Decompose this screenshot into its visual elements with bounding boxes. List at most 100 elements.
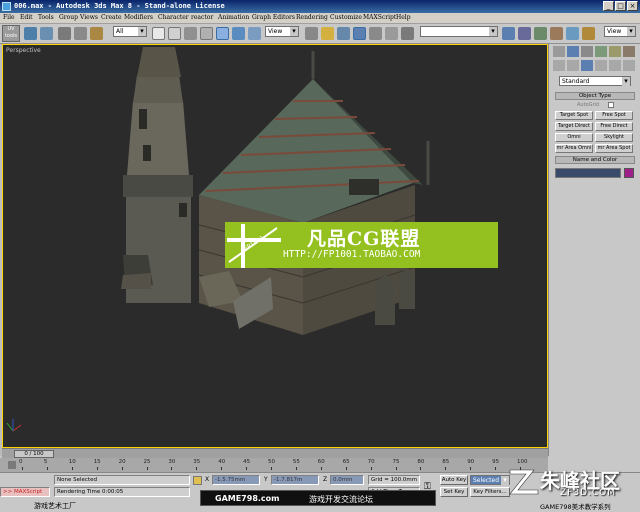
- select-link-icon[interactable]: [58, 27, 71, 40]
- maxscript-listener[interactable]: >> MAXScript: [0, 487, 50, 497]
- x-coordinate-field[interactable]: -1.5.75mm: [212, 475, 260, 485]
- systems-icon[interactable]: [623, 60, 635, 71]
- create-tab-icon[interactable]: [553, 46, 565, 57]
- close-button[interactable]: ×: [627, 1, 638, 11]
- hierarchy-tab-icon[interactable]: [581, 46, 593, 57]
- edit-named-selections-icon[interactable]: [401, 27, 414, 40]
- reference-coordinate-dropdown[interactable]: View: [265, 26, 299, 37]
- manipulate-icon[interactable]: [321, 27, 334, 40]
- selection-filter-dropdown[interactable]: All: [113, 26, 147, 37]
- menu-animation[interactable]: Animation: [218, 14, 249, 21]
- lock-selection-icon[interactable]: [193, 476, 202, 485]
- menu-graph-editors[interactable]: Graph Editors: [252, 14, 295, 21]
- zf3d-url: ZF3D.COM: [560, 488, 616, 498]
- target-spot-button[interactable]: Target Spot: [555, 111, 593, 120]
- menu-edit[interactable]: Edit: [20, 14, 33, 21]
- target-direct-button[interactable]: Target Direct: [555, 122, 593, 131]
- window-crossing-icon[interactable]: [200, 27, 213, 40]
- timeline-tick: [370, 467, 372, 470]
- free-direct-button[interactable]: Free Direct: [595, 122, 633, 131]
- timeline-tick: [171, 467, 173, 470]
- rect-selection-icon[interactable]: [184, 27, 197, 40]
- key-filters-button[interactable]: Key Filters...: [470, 487, 510, 497]
- lights-icon[interactable]: [581, 60, 593, 71]
- material-editor-icon[interactable]: [566, 27, 579, 40]
- bind-space-warp-icon[interactable]: [90, 27, 103, 40]
- menu-tools[interactable]: Tools: [38, 14, 54, 21]
- cameras-icon[interactable]: [595, 60, 607, 71]
- y-coordinate-field[interactable]: -1.7.817m: [271, 475, 319, 485]
- select-scale-icon[interactable]: [248, 27, 261, 40]
- menu-reactor[interactable]: reactor: [191, 14, 213, 21]
- timeline-tick: [221, 467, 223, 470]
- object-type-header[interactable]: Object Type: [555, 92, 635, 100]
- display-tab-icon[interactable]: [609, 46, 621, 57]
- app-icon: [2, 2, 11, 11]
- auto-key-button[interactable]: Auto Key: [440, 475, 468, 485]
- autogrid-checkbox[interactable]: [608, 102, 614, 108]
- timeline-tick-label: 75: [392, 459, 400, 465]
- menu-group[interactable]: Group: [59, 14, 78, 21]
- timeline-tick: [146, 467, 148, 470]
- free-spot-button[interactable]: Free Spot: [595, 111, 633, 120]
- render-scene-icon[interactable]: [582, 27, 595, 40]
- name-and-color-header[interactable]: Name and Color: [555, 156, 635, 164]
- helpers-icon[interactable]: [609, 60, 621, 71]
- object-color-swatch[interactable]: [624, 168, 634, 178]
- utilities-tab-icon[interactable]: [623, 46, 635, 57]
- track-bar[interactable]: 0 5 10 15 20 25 30 35 40 45 50 55 60 65 70 75 80 85 90 95 10…: [0, 458, 548, 472]
- spinner-snap-icon[interactable]: [385, 27, 398, 40]
- x-label: X: [205, 476, 210, 483]
- curve-editor-icon[interactable]: [550, 27, 563, 40]
- mr-area-spot-button[interactable]: mr Area Spot: [595, 144, 633, 153]
- select-move-icon[interactable]: [216, 27, 229, 40]
- mr-area-omni-button[interactable]: mr Area Omni: [555, 144, 593, 153]
- unlink-icon[interactable]: [74, 27, 87, 40]
- mini-curve-editor-icon[interactable]: [8, 461, 16, 469]
- menu-views[interactable]: Views: [80, 14, 98, 21]
- menu-help[interactable]: Help: [396, 14, 411, 21]
- menu-create[interactable]: Create: [101, 14, 122, 21]
- omni-button[interactable]: Omni: [555, 133, 593, 142]
- skylight-button[interactable]: Skylight: [595, 133, 633, 142]
- light-category-dropdown[interactable]: Standard: [559, 76, 631, 86]
- menu-modifiers[interactable]: Modifiers: [124, 14, 153, 21]
- timeline-tick: [196, 467, 198, 470]
- layer-manager-icon[interactable]: [534, 27, 547, 40]
- set-key-button[interactable]: Set Key: [440, 487, 468, 497]
- uv-tools-button[interactable]: UV tools: [2, 25, 20, 42]
- timeline-tick: [71, 467, 73, 470]
- timeline-tick-label: 50: [268, 459, 275, 465]
- timeline-tick: [46, 467, 48, 470]
- menu-character[interactable]: Character: [158, 14, 189, 21]
- minimize-button[interactable]: _: [603, 1, 614, 11]
- game798-text: GAME798.com: [215, 494, 280, 503]
- geometry-icon[interactable]: [553, 60, 565, 71]
- select-object-icon[interactable]: [152, 27, 165, 40]
- key-selection-dropdown[interactable]: Selected: [470, 475, 510, 485]
- modify-tab-icon[interactable]: [567, 46, 579, 57]
- maximize-button[interactable]: □: [615, 1, 626, 11]
- pivot-center-icon[interactable]: [305, 27, 318, 40]
- render-view-dropdown[interactable]: View: [604, 26, 636, 37]
- undo-icon[interactable]: [24, 27, 37, 40]
- object-name-field[interactable]: [555, 168, 621, 178]
- align-icon[interactable]: [518, 27, 531, 40]
- mirror-icon[interactable]: [502, 27, 515, 40]
- z-coordinate-field[interactable]: 0.0mm: [330, 475, 364, 485]
- redo-icon[interactable]: [40, 27, 53, 40]
- menu-file[interactable]: File: [3, 14, 15, 21]
- menu-rendering[interactable]: Rendering: [296, 14, 328, 21]
- select-rotate-icon[interactable]: [232, 27, 245, 40]
- percent-snap-icon[interactable]: [369, 27, 382, 40]
- snap-toggle-icon[interactable]: [337, 27, 350, 40]
- select-by-name-icon[interactable]: [168, 27, 181, 40]
- shapes-icon[interactable]: [567, 60, 579, 71]
- angle-snap-icon[interactable]: [353, 27, 366, 40]
- motion-tab-icon[interactable]: [595, 46, 607, 57]
- time-slider[interactable]: 0 / 100: [14, 450, 54, 458]
- menu-maxscript[interactable]: MAXScript: [363, 14, 396, 21]
- menu-customize[interactable]: Customize: [330, 14, 362, 21]
- timeline-tick-label: 30: [168, 459, 176, 465]
- named-selection-dropdown[interactable]: [420, 26, 498, 37]
